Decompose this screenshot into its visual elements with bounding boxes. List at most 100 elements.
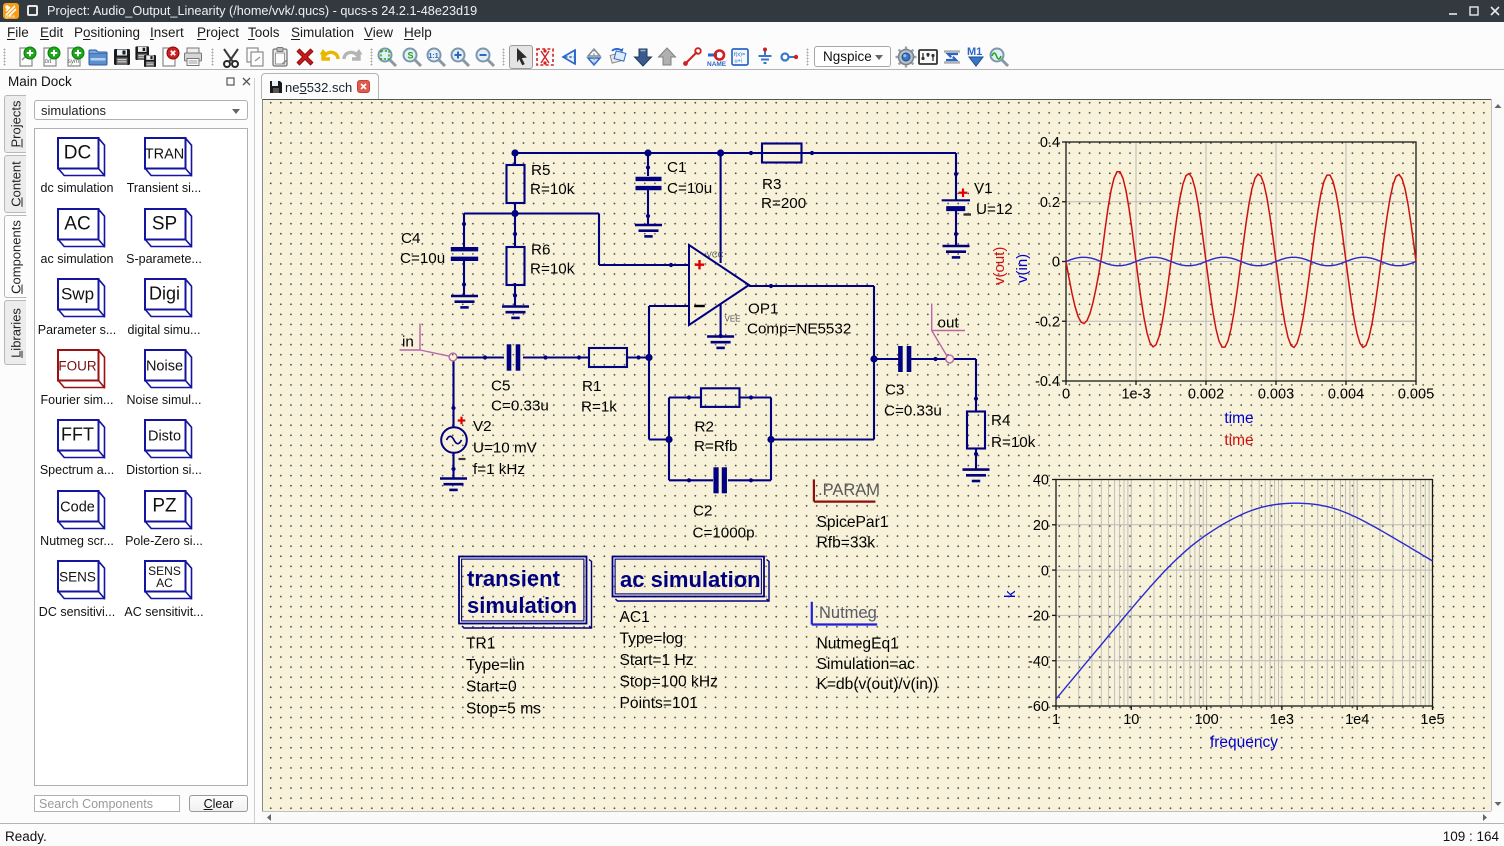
svg-text:C=0.33u: C=0.33u <box>491 398 549 415</box>
svg-text:k: k <box>1002 590 1019 598</box>
svg-text:Qucs: Qucs <box>5 14 16 19</box>
svg-text:C3: C3 <box>885 382 904 399</box>
svg-text:DC: DC <box>64 143 91 164</box>
svg-text:out: out <box>938 315 960 332</box>
svg-text:Simulation=ac: Simulation=ac <box>817 656 916 673</box>
svg-text:0.2: 0.2 <box>1040 195 1060 211</box>
svg-text:SpicePar1: SpicePar1 <box>817 514 889 531</box>
svg-text:NutmegEq1: NutmegEq1 <box>817 636 899 653</box>
svg-text:R1: R1 <box>582 378 601 395</box>
svg-text:f(x)=: f(x)= <box>734 52 745 58</box>
svg-text:VEE: VEE <box>725 315 741 324</box>
svg-text:1e4: 1e4 <box>1345 712 1369 728</box>
svg-text:0: 0 <box>1062 387 1070 403</box>
svg-text:v(in): v(in) <box>1014 254 1031 283</box>
svg-text:C=1000p: C=1000p <box>693 525 755 542</box>
svg-text:R=10k: R=10k <box>530 181 575 198</box>
svg-text:AC: AC <box>156 576 173 590</box>
svg-text:100: 100 <box>1194 712 1218 728</box>
svg-text:1:1: 1:1 <box>429 53 439 60</box>
svg-text:NAME: NAME <box>707 61 727 68</box>
svg-text:v(out): v(out) <box>991 247 1008 285</box>
svg-text:V1: V1 <box>974 180 993 197</box>
svg-text:Stop=100 kHz: Stop=100 kHz <box>620 674 719 691</box>
svg-text:V2: V2 <box>473 418 492 435</box>
svg-text:10: 10 <box>1123 712 1139 728</box>
svg-text:VCC: VCC <box>707 251 724 260</box>
svg-text:SP: SP <box>152 213 177 234</box>
svg-text:-0.4: -0.4 <box>1035 374 1060 390</box>
svg-text:-60: -60 <box>1028 699 1049 715</box>
svg-text:f=1 kHz: f=1 kHz <box>473 461 525 478</box>
svg-text:0: 0 <box>1052 255 1060 271</box>
svg-text:0.005: 0.005 <box>1398 387 1434 403</box>
svg-text:AC: AC <box>64 213 90 234</box>
svg-text:Digi: Digi <box>149 284 180 304</box>
svg-text:40: 40 <box>1033 473 1049 489</box>
svg-text:R=200: R=200 <box>761 195 806 212</box>
svg-text:time: time <box>1224 410 1253 427</box>
svg-text:1e-3: 1e-3 <box>1121 387 1150 403</box>
svg-text:U=10 mV: U=10 mV <box>473 440 538 457</box>
svg-text:C=0.33u: C=0.33u <box>884 403 942 420</box>
svg-text:Disto: Disto <box>148 429 181 445</box>
svg-text:R5: R5 <box>531 162 550 179</box>
svg-text:Comp=NE5532: Comp=NE5532 <box>747 321 851 338</box>
svg-text:C1: C1 <box>667 159 686 176</box>
svg-text:Start=1 Hz: Start=1 Hz <box>620 652 694 669</box>
svg-text:R3: R3 <box>762 176 781 193</box>
svg-text:C4: C4 <box>401 230 420 247</box>
svg-text:Code: Code <box>60 499 95 515</box>
svg-text:PZ: PZ <box>152 495 177 516</box>
svg-text:M1: M1 <box>967 46 982 58</box>
svg-text:FOUR: FOUR <box>58 358 96 373</box>
svg-text:0.4: 0.4 <box>1040 135 1060 151</box>
svg-text:0.004: 0.004 <box>1328 387 1364 403</box>
svg-text:TR1: TR1 <box>466 636 495 653</box>
svg-text:0.002: 0.002 <box>1188 387 1224 403</box>
svg-text:20: 20 <box>1033 518 1049 534</box>
svg-text:1e3: 1e3 <box>1270 712 1294 728</box>
svg-text:S: S <box>407 51 413 61</box>
svg-text:sym: sym <box>68 59 79 65</box>
svg-text:Nutmeg: Nutmeg <box>819 604 877 622</box>
svg-text:K=db(v(out)/v(in)): K=db(v(out)/v(in)) <box>817 676 939 693</box>
svg-text:-0.2: -0.2 <box>1035 314 1060 330</box>
svg-text:R=10k: R=10k <box>530 261 575 278</box>
svg-text:0: 0 <box>1041 563 1049 579</box>
svg-text:FFT: FFT <box>61 425 94 445</box>
svg-text:0.003: 0.003 <box>1258 387 1294 403</box>
svg-text:U=12: U=12 <box>976 201 1013 218</box>
svg-text:R4: R4 <box>991 412 1010 429</box>
svg-text:AC1: AC1 <box>620 609 650 626</box>
svg-text:Start=0: Start=0 <box>466 679 517 696</box>
svg-text:Type=log: Type=log <box>620 631 684 648</box>
svg-text:Rfb=33k: Rfb=33k <box>817 535 876 552</box>
svg-text:Points=101: Points=101 <box>620 695 698 712</box>
svg-text:ac simulation: ac simulation <box>620 567 761 592</box>
svg-text:R=1k: R=1k <box>581 399 617 416</box>
svg-text:.PARAM: .PARAM <box>818 481 880 499</box>
svg-text:1: 1 <box>1052 712 1060 728</box>
svg-text:OP1: OP1 <box>748 301 778 318</box>
svg-text:R=Rfb: R=Rfb <box>694 438 737 455</box>
svg-text:C=10u: C=10u <box>667 180 712 197</box>
svg-text:R6: R6 <box>531 242 550 259</box>
svg-text:in: in <box>402 334 414 351</box>
svg-text:C2: C2 <box>693 503 712 520</box>
svg-text:-40: -40 <box>1028 654 1049 670</box>
svg-text:C=10u: C=10u <box>400 250 445 267</box>
svg-text:Noise: Noise <box>146 358 183 374</box>
svg-text:Type=lin: Type=lin <box>466 657 525 674</box>
svg-text:u+i: u+i <box>735 59 743 65</box>
svg-text:transient: transient <box>467 566 561 591</box>
svg-text:frequency: frequency <box>1210 734 1278 751</box>
svg-text:R2: R2 <box>695 419 714 436</box>
svg-text:simulation: simulation <box>467 593 577 618</box>
svg-text:time: time <box>1224 432 1253 449</box>
svg-text:txt: txt <box>45 59 52 65</box>
svg-text:1e5: 1e5 <box>1420 712 1444 728</box>
svg-text:SENS: SENS <box>59 570 96 585</box>
svg-text:R=10k: R=10k <box>991 434 1036 451</box>
svg-text:Swp: Swp <box>61 285 94 304</box>
